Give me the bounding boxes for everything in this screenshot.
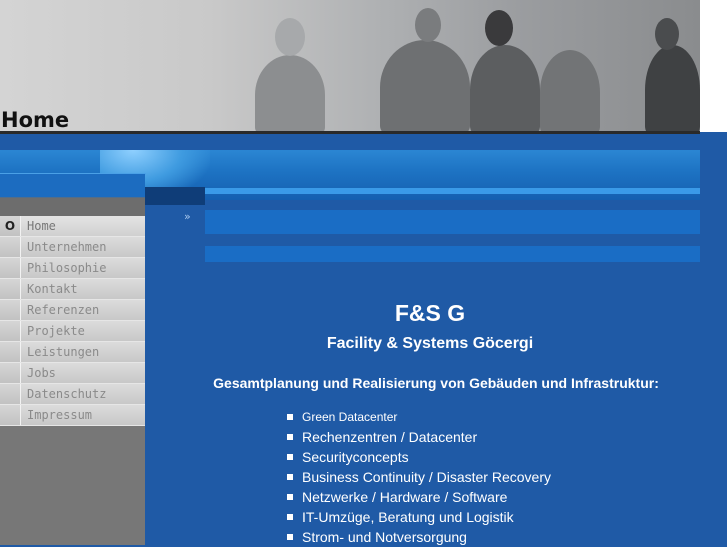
main-navigation: O Home Unternehmen Philosophie Kontakt R… xyxy=(0,216,145,426)
nav-item-label[interactable]: Home xyxy=(21,216,145,236)
nav-bullet xyxy=(0,342,21,362)
nav-item-jobs[interactable]: Jobs xyxy=(0,363,145,384)
nav-item-label[interactable]: Projekte xyxy=(21,321,145,341)
nav-item-referenzen[interactable]: Referenzen xyxy=(0,300,145,321)
nav-item-philosophie[interactable]: Philosophie xyxy=(0,258,145,279)
band-stripe xyxy=(205,246,700,262)
service-label: Strom- und Notversorgung xyxy=(302,529,467,545)
band-dark-block xyxy=(145,187,205,205)
person-silhouette xyxy=(645,45,700,132)
list-item: IT-Umzüge, Beratung und Logistik xyxy=(287,507,551,527)
nav-bullet xyxy=(0,237,21,257)
service-label: IT-Umzüge, Beratung und Logistik xyxy=(302,509,514,525)
person-silhouette xyxy=(540,50,600,132)
main-content: F&S G Facility & Systems Göcergi Gesamtp… xyxy=(145,262,700,545)
chevron-right-icon: » xyxy=(184,210,191,223)
sidebar-header xyxy=(0,174,145,216)
person-head xyxy=(485,10,513,46)
square-bullet-icon xyxy=(287,454,293,460)
person-silhouette xyxy=(380,40,470,132)
company-subtitle: Facility & Systems Göcergi xyxy=(326,335,534,352)
list-item: Securityconcepts xyxy=(287,447,551,467)
person-head xyxy=(275,18,305,56)
square-bullet-icon xyxy=(287,534,293,540)
nav-item-leistungen[interactable]: Leistungen xyxy=(0,342,145,363)
person-silhouette xyxy=(255,55,325,132)
service-label: Securityconcepts xyxy=(302,449,409,465)
nav-bullet xyxy=(0,405,21,425)
list-item: Green Datacenter xyxy=(287,407,551,427)
list-item: Netzwerke / Hardware / Software xyxy=(287,487,551,507)
nav-bullet xyxy=(0,321,21,341)
person-head xyxy=(655,18,679,50)
page-title: Home xyxy=(1,108,70,132)
list-item: Strom- und Notversorgung xyxy=(287,527,551,547)
nav-item-label[interactable]: Philosophie xyxy=(21,258,145,278)
nav-bullet xyxy=(0,279,21,299)
nav-item-unternehmen[interactable]: Unternehmen xyxy=(0,237,145,258)
nav-item-label[interactable]: Kontakt xyxy=(21,279,145,299)
nav-item-label[interactable]: Referenzen xyxy=(21,300,145,320)
nav-bullet xyxy=(0,384,21,404)
nav-item-impressum[interactable]: Impressum xyxy=(0,405,145,426)
person-silhouette xyxy=(470,45,540,132)
banner-right-margin xyxy=(700,0,727,132)
nav-bullet xyxy=(0,300,21,320)
nav-item-label[interactable]: Jobs xyxy=(21,363,145,383)
square-bullet-icon xyxy=(287,514,293,520)
nav-item-projekte[interactable]: Projekte xyxy=(0,321,145,342)
list-item: Rechenzentren / Datacenter xyxy=(287,427,551,447)
service-label: Business Continuity / Disaster Recovery xyxy=(302,469,551,485)
company-name: F&S G xyxy=(394,300,466,326)
service-label: Green Datacenter xyxy=(302,410,398,424)
square-bullet-icon xyxy=(287,434,293,440)
service-label: Rechenzentren / Datacenter xyxy=(302,429,478,445)
active-marker-icon: O xyxy=(0,216,21,236)
square-bullet-icon xyxy=(287,414,293,420)
nav-item-label[interactable]: Impressum xyxy=(21,405,145,425)
nav-bullet xyxy=(0,363,21,383)
nav-item-kontakt[interactable]: Kontakt xyxy=(0,279,145,300)
intro-text: Gesamtplanung und Realisierung von Gebäu… xyxy=(213,375,659,391)
band-stripe xyxy=(205,210,700,234)
list-item: Business Continuity / Disaster Recovery xyxy=(287,467,551,487)
nav-item-home[interactable]: O Home xyxy=(0,216,145,237)
header-spacer xyxy=(0,134,700,150)
square-bullet-icon xyxy=(287,474,293,480)
header-banner-image xyxy=(0,0,700,132)
person-head xyxy=(415,8,441,42)
nav-item-label[interactable]: Datenschutz xyxy=(21,384,145,404)
services-list: Green Datacenter Rechenzentren / Datacen… xyxy=(287,407,551,547)
nav-item-label[interactable]: Unternehmen xyxy=(21,237,145,257)
nav-item-datenschutz[interactable]: Datenschutz xyxy=(0,384,145,405)
service-label: Netzwerke / Hardware / Software xyxy=(302,489,508,505)
nav-bullet xyxy=(0,258,21,278)
square-bullet-icon xyxy=(287,494,293,500)
nav-item-label[interactable]: Leistungen xyxy=(21,342,145,362)
band-stripe xyxy=(205,188,700,194)
